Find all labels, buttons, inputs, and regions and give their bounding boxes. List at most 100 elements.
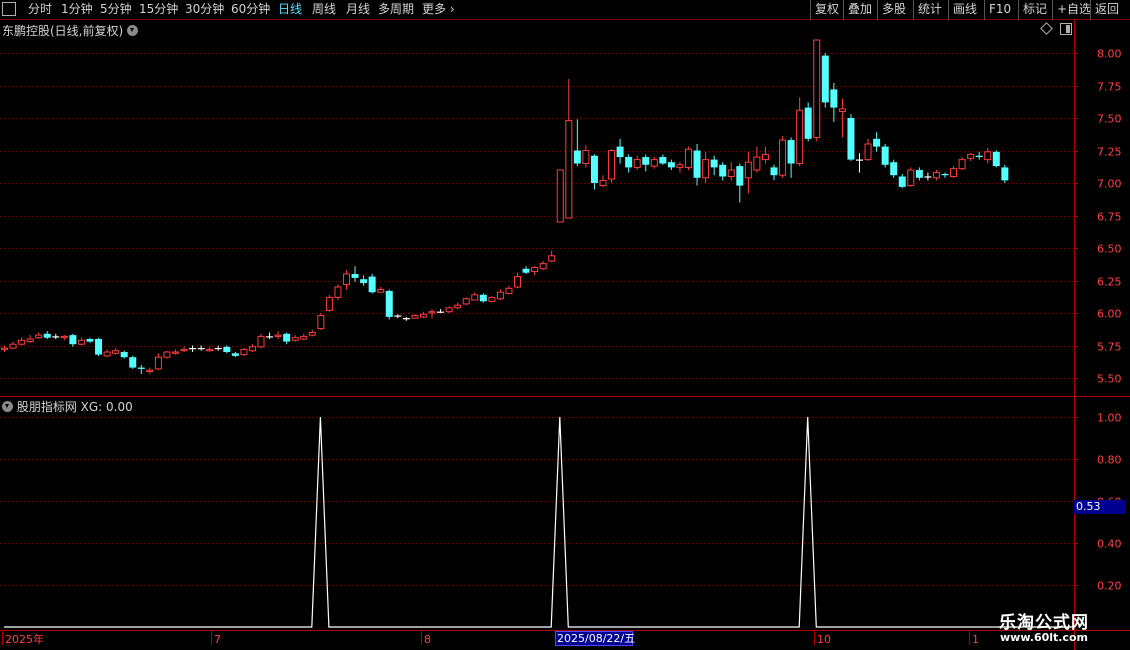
period-tab-5[interactable]: 60分钟 [231, 0, 270, 20]
candle-down [43, 333, 51, 338]
toolbar-button-5[interactable]: F10 [989, 0, 1011, 20]
candle-up [744, 161, 752, 179]
candle-up [676, 164, 684, 168]
period-tab-6[interactable]: 日线 [278, 0, 302, 20]
candle-up [1, 347, 8, 350]
candle-down [231, 353, 239, 356]
candle-up [556, 169, 564, 223]
candle-up [428, 311, 436, 314]
candle-up [932, 172, 940, 179]
period-tab-10[interactable]: 更多 › [422, 0, 455, 20]
x-axis-label: 2025年 [5, 632, 44, 646]
indicator-tick-label: 0.20 [1097, 580, 1122, 593]
candle-down [821, 55, 829, 103]
candle-down [129, 357, 137, 368]
period-tab-2[interactable]: 5分钟 [100, 0, 132, 20]
price-tick-label: 8.00 [1097, 48, 1122, 61]
price-tick-label: 6.75 [1097, 211, 1122, 224]
candle-up [317, 315, 325, 330]
candle-down [693, 150, 701, 178]
candle-up [514, 276, 521, 288]
candle-down [975, 155, 983, 157]
candle-down [86, 339, 94, 342]
period-tab-7[interactable]: 周线 [312, 0, 336, 20]
candle-down [881, 146, 889, 165]
current-value-box: 0.53 [1074, 500, 1126, 514]
period-tab-1[interactable]: 1分钟 [61, 0, 93, 20]
candle-down [770, 167, 778, 176]
candle-up [18, 339, 26, 345]
candle-up [103, 351, 111, 357]
candle-down [890, 162, 898, 176]
candle-down [659, 157, 667, 164]
toolbar-separator [1090, 0, 1091, 20]
x-axis-label: 10 [817, 633, 831, 646]
period-tab-9[interactable]: 多周期 [378, 0, 414, 20]
toolbar-button-6[interactable]: 标记 [1023, 0, 1047, 20]
candle-down [95, 339, 103, 355]
candle-down [522, 268, 530, 273]
candle-up [248, 346, 256, 352]
candle-down [360, 279, 368, 284]
candle-up [761, 153, 769, 161]
toolbar-button-3[interactable]: 统计 [918, 0, 942, 20]
toolbar-button-0[interactable]: 复权 [815, 0, 839, 20]
candle-up [163, 351, 171, 358]
toolbar-button-7[interactable]: +自选 [1057, 0, 1091, 20]
candle-up [907, 169, 915, 187]
candle-down [941, 173, 949, 176]
candle-up [172, 351, 179, 354]
toolbar-separator [843, 0, 844, 20]
x-axis-label: 1 [972, 633, 979, 646]
candle-down [120, 352, 128, 358]
candle-down [898, 176, 906, 187]
candle-up [300, 335, 308, 340]
candle-up [531, 267, 539, 272]
indicator-tick-label: 0.40 [1097, 538, 1122, 551]
candle-up [112, 350, 120, 354]
window-icon[interactable] [2, 2, 16, 16]
period-tab-3[interactable]: 15分钟 [139, 0, 178, 20]
candle-up [685, 148, 692, 168]
candle-down [385, 290, 393, 317]
candle-up [958, 159, 966, 170]
candle-up [599, 179, 607, 187]
toolbar-separator [948, 0, 949, 20]
candle-up [650, 159, 658, 167]
candle-down [479, 294, 487, 302]
period-tab-8[interactable]: 月线 [346, 0, 370, 20]
candle-up [488, 296, 496, 302]
watermark-url: www.60lt.com [1000, 631, 1089, 644]
chart-area[interactable]: 5.50 5.75 6.00 6.25 6.50 6.75 7.00 7.25 7.50 7.75… [0, 20, 1130, 650]
candle-down [847, 118, 855, 160]
toolbar: 分时 1分钟 5分钟 15分钟 30分钟 60分钟 日线 周线 月线 多周期 更多 › 复权 叠加 多股… [0, 0, 1130, 20]
period-tab-0[interactable]: 分时 [28, 0, 52, 20]
toolbar-separator [1018, 0, 1019, 20]
candle-down [667, 162, 675, 168]
candle-up [539, 263, 547, 270]
candle-down [616, 146, 624, 157]
toolbar-button-1[interactable]: 叠加 [848, 0, 872, 20]
candle-down [69, 335, 77, 345]
candle-up [633, 159, 641, 168]
candle-up [505, 287, 513, 294]
candle-up [274, 334, 282, 337]
price-tick-label: 5.75 [1097, 341, 1122, 354]
candle-up [325, 296, 333, 311]
candle-down [804, 107, 812, 139]
candle-up [419, 313, 427, 318]
toolbar-button-4[interactable]: 画线 [953, 0, 977, 20]
candle-down [351, 274, 359, 278]
period-tab-4[interactable]: 30分钟 [185, 0, 224, 20]
candle-down [223, 346, 231, 352]
toolbar-button-2[interactable]: 多股 [882, 0, 906, 20]
watermark-brand: 乐淘公式网 [999, 613, 1089, 633]
candle-up [60, 335, 68, 339]
candle-up [146, 369, 154, 373]
candle-up [180, 348, 188, 352]
price-tick-label: 6.00 [1097, 308, 1122, 321]
candle-up [838, 108, 846, 113]
toolbar-button-8[interactable]: 返回 [1095, 0, 1119, 20]
x-axis-label: 8 [424, 633, 431, 646]
crosshair-date-label: 2025/08/22/五 [555, 631, 636, 646]
